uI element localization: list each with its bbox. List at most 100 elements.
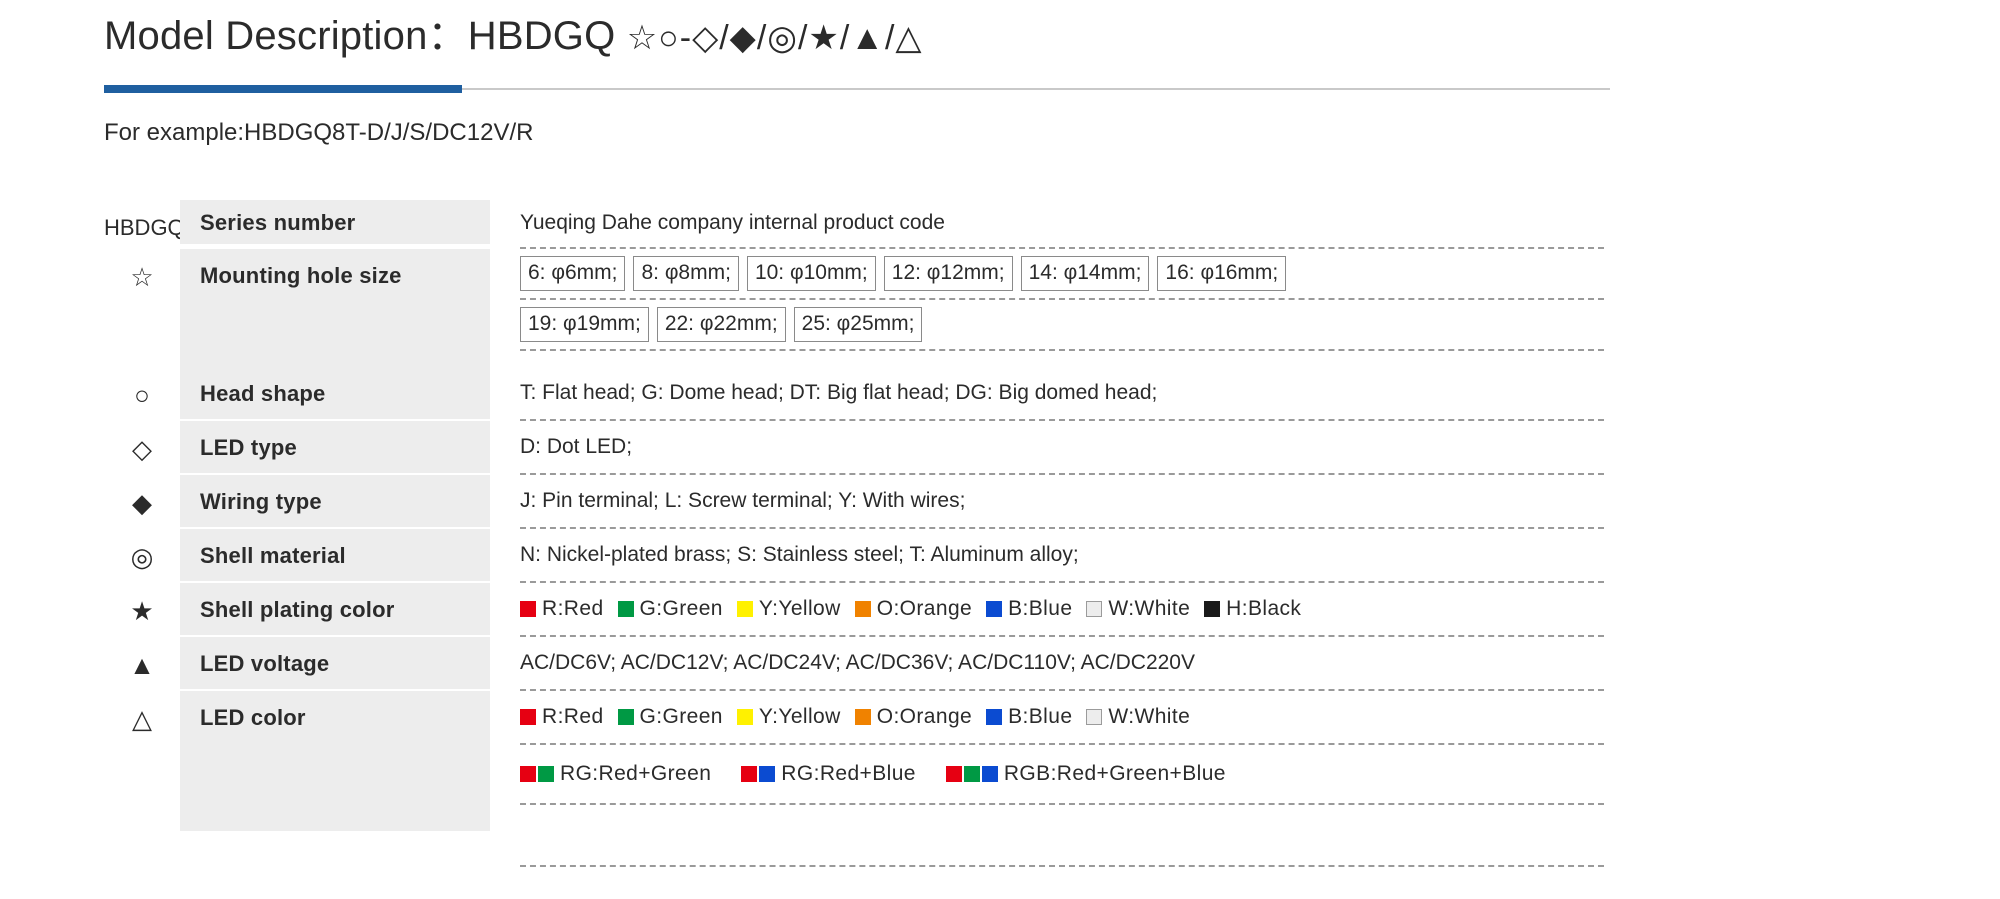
row-symbol: ◆ <box>132 488 152 518</box>
color-chip-label: RGB:Red+Green+Blue <box>1003 762 1226 785</box>
color-chip: W:White <box>1086 702 1190 732</box>
color-swatch-group <box>741 759 777 789</box>
color-chip-label: RG:Red+Blue <box>781 762 916 785</box>
table-row: ☆ Mounting hole size 6: φ6mm; 8: φ8mm; 1… <box>104 249 1604 367</box>
color-chip: B:Blue <box>986 594 1072 624</box>
color-swatch-red <box>945 766 962 782</box>
color-swatch-group <box>854 594 873 624</box>
color-swatch-group <box>520 759 556 789</box>
example-line: For example:HBDGQ8T-D/J/S/DC12V/R <box>104 119 534 146</box>
color-swatch-red <box>741 766 758 782</box>
color-swatch-blue <box>981 766 998 782</box>
table-row: ◎ Shell material N: Nickel-plated brass;… <box>104 529 1604 583</box>
color-swatch-group <box>854 702 873 732</box>
mounting-size-box: 25: φ25mm; <box>793 307 923 342</box>
mounting-size-box: 16: φ16mm; <box>1157 256 1287 291</box>
mounting-size-box: 19: φ19mm; <box>520 307 649 342</box>
row-values: N: Nickel-plated brass; S: Stainless ste… <box>490 529 1604 583</box>
color-chip-label: R:Red <box>542 597 604 620</box>
color-swatch-group <box>1086 594 1104 624</box>
color-chip: O:Orange <box>854 594 972 624</box>
model-description-page: Model Description：HBDGQ ☆○-◇/◆/◎/★/▲/△ F… <box>0 0 2000 899</box>
table-row: △ LED color R:Red G:Green Y:Yellow O:Orange… <box>104 691 1604 867</box>
color-swatch-white <box>1086 601 1103 617</box>
color-chip-label: H:Black <box>1226 597 1302 620</box>
table-row: HBDGQ Series number Yueqing Dahe company… <box>104 200 1604 249</box>
row-values: 6: φ6mm; 8: φ8mm; 10: φ10mm; 12: φ12mm; … <box>490 249 1604 367</box>
color-chip-label: W:White <box>1108 597 1191 620</box>
mounting-size-group-2: 19: φ19mm; 22: φ22mm; 25: φ25mm; <box>520 307 1604 342</box>
color-swatch-group <box>1204 594 1222 624</box>
row-symbol: ◇ <box>132 434 152 464</box>
table-row: ▲ LED voltage AC/DC6V; AC/DC12V; AC/DC24… <box>104 637 1604 691</box>
row-label: Wiring type <box>180 475 490 527</box>
row-symbol: HBDGQ <box>104 215 185 240</box>
color-swatch-red <box>520 601 536 617</box>
color-chip-label: R:Red <box>542 705 604 728</box>
color-swatch-orange <box>854 709 871 725</box>
color-swatch-green <box>963 766 980 782</box>
color-swatch-group <box>736 594 755 624</box>
table-row: ◆ Wiring type J: Pin terminal; L: Screw … <box>104 475 1604 529</box>
color-swatch-group <box>617 702 636 732</box>
row-symbol: △ <box>132 704 152 734</box>
color-chip: RGB:Red+Green+Blue <box>945 759 1226 789</box>
row-label: Series number <box>180 200 490 244</box>
row-values: Yueqing Dahe company internal product co… <box>490 200 1604 249</box>
row-label: LED voltage <box>180 637 490 689</box>
page-title-symbols: ☆○-◇/◆/◎/★/▲/△ <box>626 19 923 57</box>
color-chip-label: RG:Red+Green <box>560 762 712 785</box>
color-chip-line: R:Red G:Green Y:Yellow O:Orange B:Blue W:Whit… <box>520 583 1604 637</box>
mounting-size-box: 6: φ6mm; <box>520 256 626 291</box>
row-label: Shell plating color <box>180 583 490 635</box>
color-chip: W:White <box>1086 594 1190 624</box>
row-values: T: Flat head; G: Dome head; DT: Big flat… <box>490 367 1604 421</box>
color-swatch-group <box>520 702 538 732</box>
value-text: AC/DC6V; AC/DC12V; AC/DC24V; AC/DC36V; A… <box>520 637 1604 691</box>
model-code-table: HBDGQ Series number Yueqing Dahe company… <box>104 200 1604 867</box>
row-label: Head shape <box>180 367 490 419</box>
value-text: J: Pin terminal; L: Screw terminal; Y: W… <box>520 475 1604 529</box>
row-symbol: ▲ <box>129 650 155 680</box>
row-values: D: Dot LED; <box>490 421 1604 475</box>
table-row: ◇ LED type D: Dot LED; <box>104 421 1604 475</box>
color-chip-line: R:Red G:Green Y:Yellow O:Orange B:Blue W:Whit… <box>520 691 1604 745</box>
color-chip-label: B:Blue <box>1008 597 1073 620</box>
color-chip-label: G:Green <box>639 705 723 728</box>
color-chip: G:Green <box>617 594 723 624</box>
color-chip: RG:Red+Green <box>520 759 711 789</box>
color-chip-label: Y:Yellow <box>758 705 841 728</box>
page-header: Model Description：HBDGQ ☆○-◇/◆/◎/★/▲/△ <box>104 8 2000 66</box>
row-label: LED type <box>180 421 490 473</box>
color-chip: G:Green <box>617 702 723 732</box>
color-chip-label: B:Blue <box>1008 705 1073 728</box>
color-swatch-blue <box>986 709 1003 725</box>
color-chip-label: Y:Yellow <box>758 597 841 620</box>
color-chip: R:Red <box>520 594 604 624</box>
color-swatch-group <box>986 702 1004 732</box>
title-underline-accent <box>104 85 462 93</box>
mounting-size-box: 12: φ12mm; <box>883 256 1013 291</box>
row-symbol: ☆ <box>130 262 154 292</box>
mounting-size-box: 14: φ14mm; <box>1020 256 1150 291</box>
color-chip: RG:Red+Blue <box>741 759 916 789</box>
mounting-size-box: 8: φ8mm; <box>633 256 739 291</box>
color-swatch-black <box>1204 601 1221 617</box>
value-box-line: 6: φ6mm; 8: φ8mm; 10: φ10mm; 12: φ12mm; … <box>520 249 1604 300</box>
row-symbol: ◎ <box>130 542 154 572</box>
color-swatch-group <box>520 594 538 624</box>
color-chip: O:Orange <box>854 702 972 732</box>
row-values: J: Pin terminal; L: Screw terminal; Y: W… <box>490 475 1604 529</box>
mounting-size-box: 22: φ22mm; <box>656 307 786 342</box>
value-text: Yueqing Dahe company internal product co… <box>520 200 1604 249</box>
row-values: R:Red G:Green Y:Yellow O:Orange B:Blue W:Whit… <box>490 691 1604 867</box>
color-swatch-blue <box>986 601 1003 617</box>
row-label: Shell material <box>180 529 490 581</box>
bottom-dash-line <box>520 865 1604 867</box>
color-chip: R:Red <box>520 702 604 732</box>
color-swatch-yellow <box>736 709 753 725</box>
color-swatch-group <box>736 702 755 732</box>
color-swatch-blue <box>759 766 776 782</box>
color-swatch-red <box>520 709 536 725</box>
value-text: T: Flat head; G: Dome head; DT: Big flat… <box>520 367 1604 421</box>
